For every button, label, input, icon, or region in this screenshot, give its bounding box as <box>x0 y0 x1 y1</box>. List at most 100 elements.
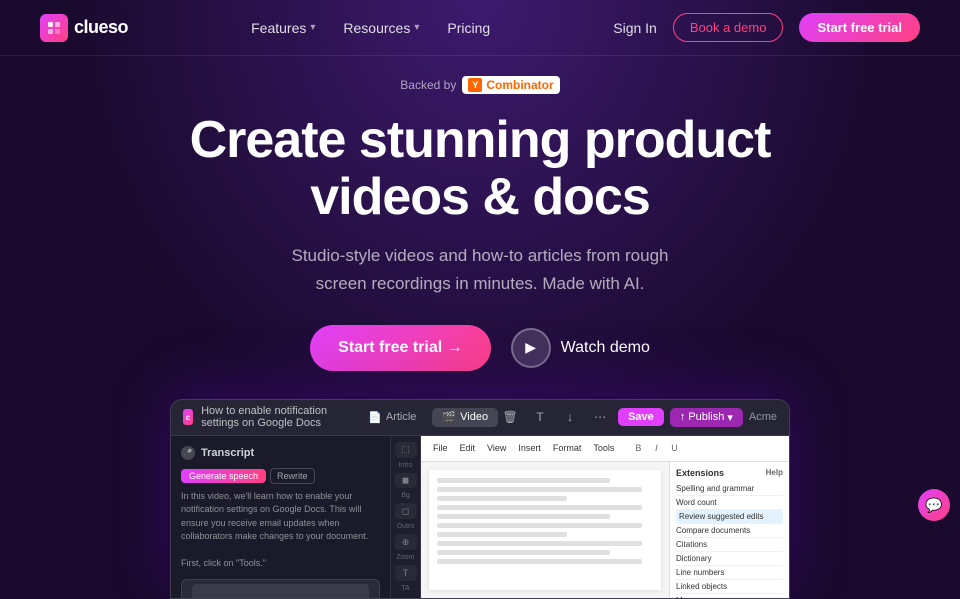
scene-icon[interactable]: ⬚ <box>395 442 417 458</box>
nav-pricing[interactable]: Pricing <box>447 20 490 36</box>
extensions-panel: Extensions Help Spelling and grammar Wor… <box>669 462 789 598</box>
doc-line <box>437 496 567 501</box>
chevron-down-icon: ▾ <box>414 22 419 33</box>
bg-label: Bg <box>401 492 410 499</box>
nav-resources[interactable]: Resources ▾ <box>343 20 419 36</box>
acme-label: Acme <box>749 411 777 423</box>
microphone-icon: 🎤 <box>181 446 195 460</box>
outro-label: Outro <box>397 523 415 530</box>
scene-sidebar: ⬚ Intro ◼ Bg ◻ Outro ⊕ Zoom T TA <box>391 436 421 598</box>
doc-formatting-tools: B I U <box>630 440 682 456</box>
doc-line <box>437 559 642 564</box>
chat-icon: 💬 <box>925 497 942 514</box>
doc-menu-format[interactable]: Format <box>549 441 586 455</box>
book-demo-button[interactable]: Book a demo <box>673 13 784 42</box>
doc-line <box>437 523 642 528</box>
publish-icon: ↑ <box>680 411 686 423</box>
publish-button[interactable]: ↑ Publish ▾ <box>670 408 743 427</box>
backed-badge: Backed by Y Combinator <box>400 76 559 94</box>
hero-section: Backed by Y Combinator Create stunning p… <box>0 56 960 371</box>
navbar: clueso Features ▾ Resources ▾ Pricing Si… <box>0 0 960 56</box>
doc-menu-tools[interactable]: Tools <box>589 441 618 455</box>
transcript-header: 🎤 Transcript <box>181 446 380 460</box>
delete-icon[interactable]: 🗑 <box>498 405 522 429</box>
sign-in-button[interactable]: Sign In <box>613 20 657 36</box>
extension-review[interactable]: Review suggested edits <box>676 510 783 524</box>
start-trial-button[interactable]: Start free trial → <box>310 325 490 371</box>
italic-icon[interactable]: I <box>648 440 664 456</box>
hero-cta: Start free trial → ▶ Watch demo <box>0 325 960 371</box>
video-thumb-inner <box>192 584 369 598</box>
app-toolbar-right: 🗑 T ↓ ⋯ Save ↑ Publish ▾ Acme <box>498 405 777 429</box>
doc-line <box>437 505 642 510</box>
transcript-title: Transcript <box>201 447 254 459</box>
start-trial-nav-button[interactable]: Start free trial <box>799 13 920 42</box>
yc-badge: Y Combinator <box>462 76 559 94</box>
generate-speech-button[interactable]: Generate speech <box>181 469 266 483</box>
watch-demo-button[interactable]: ▶ Watch demo <box>511 328 650 368</box>
extension-spelling[interactable]: Spelling and grammar <box>676 482 783 496</box>
app-logo-small: c <box>183 409 193 425</box>
doc-menu-edit[interactable]: Edit <box>456 441 480 455</box>
chevron-down-icon: ▾ <box>727 411 733 424</box>
doc-line <box>437 487 642 492</box>
play-icon: ▶ <box>511 328 551 368</box>
doc-line <box>437 550 610 555</box>
hero-headline: Create stunning product videos & docs <box>0 112 960 226</box>
app-preview: c How to enable notification settings on… <box>170 399 790 599</box>
ta-icon[interactable]: T <box>395 565 417 581</box>
video-thumbnail <box>181 579 380 598</box>
zoom-label: Zoom <box>397 554 415 561</box>
extension-macros[interactable]: Macros <box>676 594 783 598</box>
doc-menu-view[interactable]: View <box>483 441 510 455</box>
translate-icon[interactable]: T <box>528 405 552 429</box>
doc-body: Extensions Help Spelling and grammar Wor… <box>421 462 789 598</box>
chat-bubble-button[interactable]: 💬 <box>918 489 950 521</box>
extension-dictionary[interactable]: Dictionary <box>676 552 783 566</box>
logo-text: clueso <box>74 17 128 38</box>
doc-line <box>437 514 610 519</box>
logo[interactable]: clueso <box>40 14 128 42</box>
logo-icon <box>40 14 68 42</box>
underline-icon[interactable]: U <box>666 440 682 456</box>
transcript-panel: 🎤 Transcript Generate speech Rewrite In … <box>171 436 391 598</box>
rewrite-button[interactable]: Rewrite <box>270 468 315 484</box>
generate-row: Generate speech Rewrite <box>181 468 380 484</box>
extension-linked[interactable]: Linked objects <box>676 580 783 594</box>
extension-linenumbers[interactable]: Line numbers <box>676 566 783 580</box>
chevron-down-icon: ▾ <box>310 22 315 33</box>
save-button[interactable]: Save <box>618 408 664 426</box>
doc-line <box>437 478 610 483</box>
bg-icon[interactable]: ◼ <box>395 473 417 489</box>
doc-menu-file[interactable]: File <box>429 441 452 455</box>
doc-main <box>421 462 669 598</box>
intro-label: Intro <box>398 462 412 469</box>
app-toolbar-tabs: 📄 Article 🎬 Video <box>358 408 498 427</box>
zoom-icon[interactable]: ⊕ <box>395 534 417 550</box>
help-label: Help <box>766 468 783 477</box>
doc-toolbar: File Edit View Insert Format Tools B I U <box>421 436 789 462</box>
extension-citations[interactable]: Citations <box>676 538 783 552</box>
hero-subtext: Studio-style videos and how-to articles … <box>0 242 960 296</box>
video-icon: 🎬 <box>442 411 456 424</box>
more-options-icon[interactable]: ⋯ <box>588 405 612 429</box>
nav-links: Features ▾ Resources ▾ Pricing <box>251 20 490 36</box>
doc-line <box>437 532 567 537</box>
app-toolbar-left: c How to enable notification settings on… <box>183 405 358 429</box>
app-doc-title: How to enable notification settings on G… <box>201 405 358 429</box>
app-toolbar: c How to enable notification settings on… <box>171 400 789 436</box>
ta-label: TA <box>401 585 409 592</box>
tab-article-button[interactable]: 📄 Article <box>358 408 426 427</box>
tab-video-button[interactable]: 🎬 Video <box>432 408 498 427</box>
nav-actions: Sign In Book a demo Start free trial <box>613 13 920 42</box>
document-panel: File Edit View Insert Format Tools B I U <box>421 436 789 598</box>
extension-wordcount[interactable]: Word count <box>676 496 783 510</box>
extensions-header: Extensions Help <box>676 468 783 478</box>
transcript-body: In this video, we'll learn how to enable… <box>181 490 380 571</box>
doc-menu-insert[interactable]: Insert <box>514 441 545 455</box>
nav-features[interactable]: Features ▾ <box>251 20 315 36</box>
app-body: 🎤 Transcript Generate speech Rewrite In … <box>171 436 789 598</box>
outro-icon[interactable]: ◻ <box>395 503 417 519</box>
download-icon[interactable]: ↓ <box>558 405 582 429</box>
bold-icon[interactable]: B <box>630 440 646 456</box>
